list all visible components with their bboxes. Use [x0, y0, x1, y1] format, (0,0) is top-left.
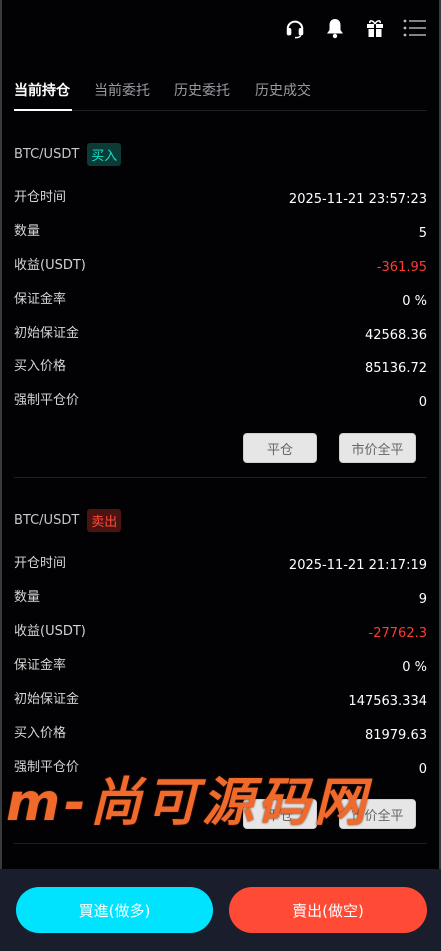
- row-label: 数量: [14, 224, 41, 239]
- row-value: 2025-11-21 23:57:23: [288, 192, 427, 207]
- card-divider: [14, 477, 427, 478]
- row-liquidation-price: 强制平仓价 0: [14, 389, 427, 411]
- tab-current-positions[interactable]: 当前持仓: [14, 80, 70, 100]
- bottom-action-bar: 買進(做多) 賣出(做空): [0, 869, 441, 951]
- row-value: 5: [418, 226, 427, 241]
- tab-trade-history[interactable]: 历史成交: [255, 80, 311, 100]
- active-tab-indicator: [14, 109, 72, 111]
- row-entry-price: 买入价格 85136.72: [14, 355, 427, 377]
- position-actions: 平仓 市价全平: [14, 433, 427, 463]
- position-header: BTC/USDT 买入: [14, 143, 122, 166]
- row-margin-rate: 保证金率 0 %: [14, 288, 427, 310]
- buy-long-button[interactable]: 買進(做多): [16, 887, 213, 933]
- position-card: BTC/USDT 买入 开仓时间 2025-11-21 23:57:23 数量 …: [14, 143, 427, 463]
- row-initial-margin: 初始保证金 42568.36: [14, 322, 427, 344]
- bell-icon[interactable]: [323, 16, 347, 40]
- orders-tab-bar: 当前持仓 当前委托 历史委托 历史成交: [14, 78, 427, 111]
- row-pnl: 收益(USDT) -27762.3: [14, 620, 427, 642]
- tab-order-history[interactable]: 历史委托: [174, 80, 230, 100]
- row-label: 初始保证金: [14, 692, 80, 707]
- row-label: 收益(USDT): [14, 624, 86, 639]
- row-label: 买入价格: [14, 359, 67, 374]
- row-label: 初始保证金: [14, 326, 80, 341]
- close-position-button[interactable]: 平仓: [243, 433, 317, 463]
- row-label: 保证金率: [14, 292, 67, 307]
- side-badge-sell: 卖出: [87, 509, 122, 532]
- row-value: 9: [418, 592, 427, 607]
- row-value: 2025-11-21 21:17:19: [288, 558, 427, 573]
- row-label: 强制平仓价: [14, 393, 80, 408]
- row-open-time: 开仓时间 2025-11-21 21:17:19: [14, 552, 427, 574]
- row-value: -361.95: [376, 260, 427, 275]
- row-value: 42568.36: [364, 328, 427, 343]
- row-label: 数量: [14, 590, 41, 605]
- tab-current-orders[interactable]: 当前委托: [94, 80, 150, 100]
- row-value: 81979.63: [364, 728, 427, 743]
- gift-icon[interactable]: [363, 16, 387, 40]
- row-quantity: 数量 5: [14, 220, 427, 242]
- row-value: 0 %: [402, 660, 427, 675]
- row-pnl: 收益(USDT) -361.95: [14, 254, 427, 276]
- row-label: 收益(USDT): [14, 258, 86, 273]
- row-margin-rate: 保证金率 0 %: [14, 654, 427, 676]
- side-badge-buy: 买入: [87, 143, 122, 166]
- row-value: 147563.334: [348, 694, 427, 709]
- sell-short-button[interactable]: 賣出(做空): [229, 887, 427, 933]
- headset-icon[interactable]: [283, 16, 307, 40]
- row-label: 开仓时间: [14, 556, 67, 571]
- trading-pair: BTC/USDT: [14, 147, 80, 162]
- menu-icon[interactable]: [403, 16, 427, 40]
- row-label: 买入价格: [14, 726, 67, 741]
- row-value: 0: [418, 762, 427, 777]
- row-value: -27762.3: [368, 626, 427, 641]
- trading-pair: BTC/USDT: [14, 513, 80, 528]
- row-quantity: 数量 9: [14, 586, 427, 608]
- row-label: 开仓时间: [14, 190, 67, 205]
- row-open-time: 开仓时间 2025-11-21 23:57:23: [14, 186, 427, 208]
- frame-left-border: [0, 0, 2, 951]
- row-initial-margin: 初始保证金 147563.334: [14, 688, 427, 710]
- row-label: 保证金率: [14, 658, 67, 673]
- row-value: 85136.72: [364, 361, 427, 376]
- row-value: 0: [418, 395, 427, 410]
- market-close-all-button[interactable]: 市价全平: [339, 433, 416, 463]
- position-header: BTC/USDT 卖出: [14, 509, 122, 532]
- row-value: 0 %: [402, 294, 427, 309]
- card-divider: [14, 843, 427, 844]
- watermark-text: m-尚可源码网: [6, 773, 370, 833]
- top-toolbar: [283, 12, 427, 44]
- row-entry-price: 买入价格 81979.63: [14, 722, 427, 744]
